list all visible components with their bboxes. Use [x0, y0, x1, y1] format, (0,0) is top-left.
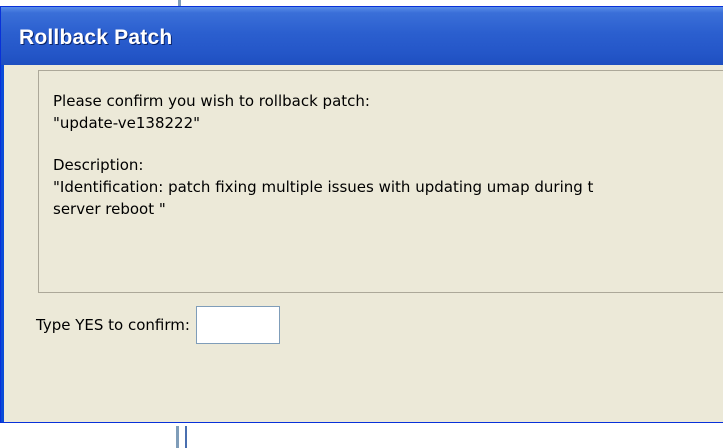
description-text-line1: "Identification: patch fixing multiple i…	[53, 178, 594, 196]
description-label: Description:	[53, 156, 144, 174]
confirm-prompt-text: Please confirm you wish to rollback patc…	[53, 92, 370, 110]
screen: Rollback Patch Please confirm you wish t…	[0, 0, 723, 448]
confirm-label: Type YES to confirm:	[36, 316, 190, 334]
dialog-title: Rollback Patch	[19, 26, 173, 49]
rollback-patch-dialog: Rollback Patch Please confirm you wish t…	[0, 6, 723, 423]
confirm-input[interactable]	[195, 306, 280, 344]
message-panel: Please confirm you wish to rollback patc…	[38, 70, 723, 293]
background-window-divider	[185, 426, 187, 448]
dialog-titlebar[interactable]: Rollback Patch	[1, 7, 723, 65]
confirm-row: Type YES to confirm:	[36, 306, 280, 344]
patch-name-text: "update-ve138222"	[53, 114, 201, 132]
message-text: Please confirm you wish to rollback patc…	[53, 90, 593, 220]
dialog-client-area: Please confirm you wish to rollback patc…	[1, 65, 723, 422]
background-window-edge	[176, 426, 723, 448]
description-text-line2: server reboot "	[53, 200, 166, 218]
